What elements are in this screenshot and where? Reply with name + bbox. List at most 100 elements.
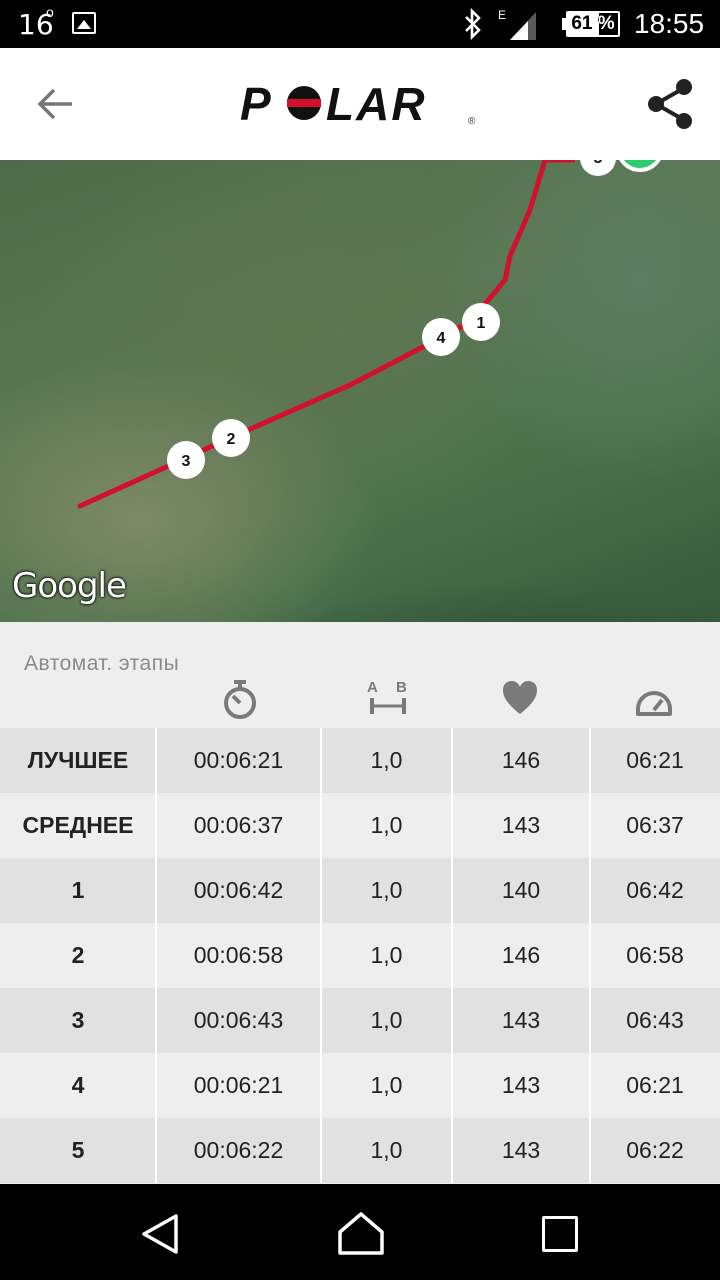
arrow-back-icon[interactable]: [30, 80, 82, 128]
column-divider: [451, 858, 453, 923]
column-divider: [451, 728, 453, 793]
signal-icon: E: [498, 8, 536, 40]
column-divider: [155, 858, 157, 923]
table-row: 4 00:06:21 1,0 143 06:21: [0, 1053, 720, 1118]
cell-distance: 1,0: [370, 1007, 403, 1033]
start-marker: [619, 160, 661, 172]
nav-recents-icon[interactable]: [542, 1216, 578, 1252]
lap-marker-2: 2: [212, 419, 250, 457]
cell-heart-rate: 143: [501, 812, 541, 838]
column-divider: [155, 1053, 157, 1118]
table-row: 5 00:06:22 1,0 143 06:22: [0, 1118, 720, 1183]
column-divider: [320, 1053, 322, 1118]
cell-distance: 1,0: [370, 877, 403, 903]
cell-label: 1: [71, 877, 85, 903]
battery-icon: 61 %: [566, 11, 620, 37]
lap-marker-4: 4: [422, 318, 460, 356]
cell-label: 2: [71, 942, 85, 968]
cell-label: 3: [71, 1007, 85, 1033]
svg-text:1: 1: [477, 315, 486, 332]
column-divider: [589, 793, 591, 858]
column-divider: [320, 728, 322, 793]
cell-label: СРЕДНЕЕ: [22, 812, 134, 838]
cell-distance: 1,0: [370, 1072, 403, 1098]
column-divider: [320, 988, 322, 1053]
status-bar: 16 o E 61 % 18:55: [0, 0, 720, 48]
cell-heart-rate: 146: [501, 747, 541, 773]
lap-marker-5: 5: [580, 160, 616, 176]
column-divider: [320, 793, 322, 858]
table-row: 2 00:06:58 1,0 146 06:58: [0, 923, 720, 988]
column-divider: [589, 1118, 591, 1183]
column-divider: [320, 1118, 322, 1183]
cell-heart-rate: 143: [501, 1007, 541, 1033]
cell-time: 00:06:21: [193, 747, 284, 773]
degree-symbol: o: [46, 4, 54, 20]
column-divider: [589, 858, 591, 923]
column-divider: [155, 923, 157, 988]
cell-heart-rate: 143: [501, 1137, 541, 1163]
cell-time: 00:06:42: [193, 877, 284, 903]
cell-heart-rate: 140: [501, 877, 541, 903]
cell-pace: 06:43: [626, 1007, 684, 1033]
heart-icon: [503, 681, 537, 714]
table-row: ЛУЧШЕЕ 00:06:21 1,0 146 06:21: [0, 728, 720, 793]
route-map[interactable]: 5 1 4 2 3 Google: [0, 160, 720, 622]
table-row: 3 00:06:43 1,0 143 06:43: [0, 988, 720, 1053]
bluetooth-icon: [465, 8, 481, 40]
column-divider: [451, 1053, 453, 1118]
cell-distance: 1,0: [370, 747, 403, 773]
cell-label: ЛУЧШЕЕ: [27, 747, 129, 773]
nav-back-icon[interactable]: [138, 1212, 182, 1256]
polar-logo: P LAR ®: [240, 80, 476, 130]
distance-icon: A B: [367, 679, 407, 714]
column-divider: [320, 923, 322, 988]
column-divider: [451, 923, 453, 988]
column-divider: [451, 793, 453, 858]
cell-time: 00:06:21: [193, 1072, 284, 1098]
table-row: СРЕДНЕЕ 00:06:37 1,0 143 06:37: [0, 793, 720, 858]
column-divider: [589, 1053, 591, 1118]
cell-pace: 06:37: [626, 812, 684, 838]
cell-heart-rate: 143: [501, 1072, 541, 1098]
navigation-bar: [0, 1184, 720, 1280]
cell-pace: 06:21: [626, 747, 684, 773]
svg-text:P: P: [240, 80, 273, 130]
lap-marker-1: 1: [462, 303, 500, 341]
column-divider: [155, 728, 157, 793]
svg-text:B: B: [396, 679, 407, 696]
svg-text:LAR: LAR: [326, 80, 427, 130]
nav-home-icon[interactable]: [336, 1210, 386, 1256]
share-icon[interactable]: [640, 76, 700, 132]
cell-pace: 06:21: [626, 1072, 684, 1098]
column-divider: [451, 1118, 453, 1183]
column-divider: [155, 988, 157, 1053]
clock: 18:55: [634, 8, 705, 39]
laps-title: Автомат. этапы: [24, 652, 180, 675]
svg-text:A: A: [367, 679, 378, 696]
cell-time: 00:06:43: [193, 1007, 284, 1033]
svg-text:®: ®: [468, 116, 476, 127]
cell-heart-rate: 146: [501, 942, 541, 968]
svg-text:3: 3: [182, 453, 191, 470]
cell-time: 00:06:37: [193, 812, 284, 838]
cell-distance: 1,0: [370, 942, 403, 968]
laps-table: ЛУЧШЕЕ 00:06:21 1,0 146 06:21 СРЕДНЕЕ 00:06:37…: [0, 728, 720, 1183]
column-divider: [320, 858, 322, 923]
app-bar: P LAR ®: [0, 48, 720, 160]
stopwatch-icon: [224, 680, 256, 719]
svg-text:4: 4: [437, 330, 446, 347]
google-attribution: Google: [12, 566, 127, 606]
column-divider: [155, 1118, 157, 1183]
network-type: E: [498, 8, 506, 22]
column-divider: [589, 728, 591, 793]
cell-time: 00:06:58: [193, 942, 284, 968]
cell-time: 00:06:22: [193, 1137, 284, 1163]
cell-pace: 06:42: [626, 877, 684, 903]
svg-text:2: 2: [227, 431, 236, 448]
column-divider: [589, 988, 591, 1053]
column-divider: [451, 988, 453, 1053]
cell-pace: 06:58: [626, 942, 684, 968]
battery-percent: 61 %: [571, 13, 615, 34]
lap-marker-3: 3: [167, 441, 205, 479]
